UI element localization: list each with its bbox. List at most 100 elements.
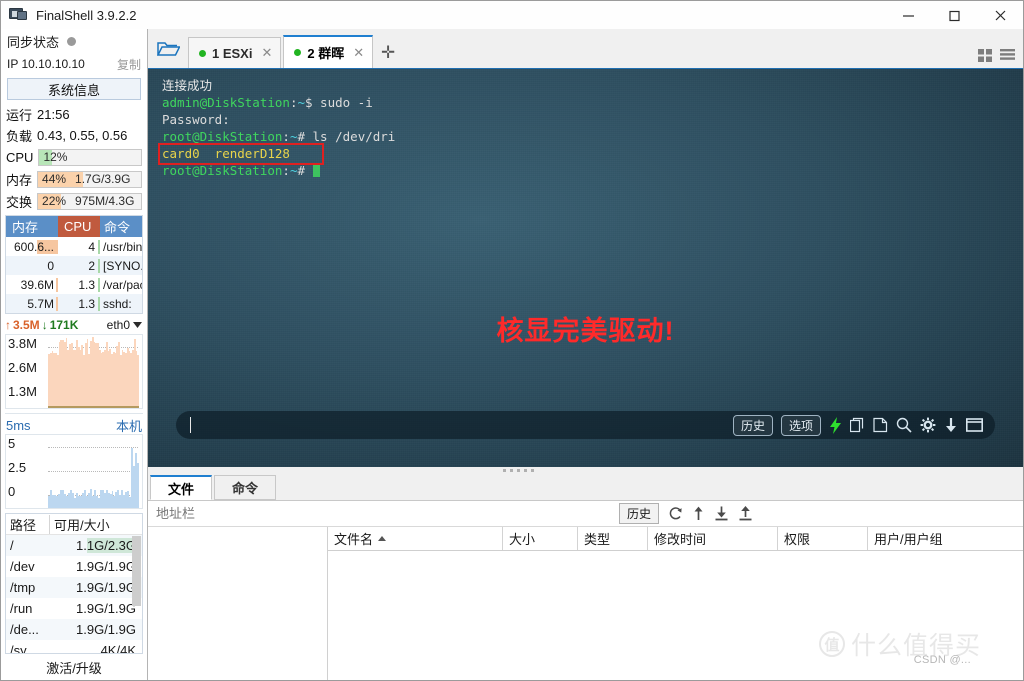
process-command: /var/pac (103, 277, 142, 292)
maximize-button[interactable] (931, 1, 977, 29)
file-list[interactable]: 文件名 大小 类型 修改时间 权限 用户/用户组 (328, 527, 1023, 680)
memory-label: 内存 (6, 172, 33, 188)
refresh-icon[interactable] (668, 506, 683, 521)
window-icon[interactable] (966, 418, 983, 432)
finalshell-window: FinalShell 3.9.2.2 同步状态 IP 10.10.10.10 复… (0, 0, 1024, 681)
file-tab-文件[interactable]: 文件 (150, 475, 213, 500)
search-icon[interactable] (896, 417, 912, 433)
window-title: FinalShell 3.9.2.2 (36, 7, 137, 23)
disk-usage-table[interactable]: 路径 可用/大小 / 1.1G/2.3G/dev 1.9G/1.9G/tmp 1.9G… (5, 513, 143, 654)
terminal-options-button[interactable]: 选项 (780, 414, 821, 436)
process-col-memory[interactable]: 内存 (6, 216, 58, 237)
session-tab-群晖[interactable]: 2 群晖 ✕ (283, 35, 374, 68)
tabbar-view-controls (978, 49, 1023, 68)
panel-splitter[interactable] (148, 467, 1023, 474)
file-tab-命令[interactable]: 命令 (214, 475, 277, 500)
sync-status-row: 同步状态 (1, 29, 147, 53)
up-level-icon[interactable] (692, 506, 705, 521)
disk-col-path[interactable]: 路径 (6, 514, 50, 534)
session-tabbar: 1 ESXi ✕ 2 群晖 ✕ ✛ (148, 29, 1023, 69)
close-tab-icon[interactable]: ✕ (353, 45, 364, 61)
bolt-icon[interactable] (829, 416, 842, 434)
loadavg-row: 负载 0.43, 0.55, 0.56 (1, 125, 147, 146)
upload-icon[interactable] (738, 506, 753, 521)
process-row[interactable]: 39.6M 1.3/var/pac (6, 275, 142, 294)
memory-detail: 1.7G/3.9G (75, 172, 131, 186)
disk-row[interactable]: /dev 1.9G/1.9G (6, 556, 142, 577)
session-tab-ESXi[interactable]: 1 ESXi ✕ (188, 37, 282, 68)
paste-icon[interactable] (873, 417, 888, 433)
file-column-文件名[interactable]: 文件名 (328, 527, 503, 550)
disk-table-header: 路径 可用/大小 (6, 514, 142, 535)
process-row[interactable]: 600.6... 4/usr/bin/ (6, 237, 142, 256)
terminal-history-button[interactable]: 历史 (732, 414, 773, 436)
disk-row[interactable]: /sy... 4K/4K (6, 640, 142, 653)
process-row[interactable]: 5.7M 1.3 sshd: (6, 294, 142, 313)
app-monitor-icon (9, 7, 29, 23)
copy-ip-link[interactable]: 复制 (117, 56, 141, 73)
swap-meter-row: 交换 22% 975M/4.3G (1, 190, 147, 212)
file-column-类型[interactable]: 类型 (578, 527, 648, 550)
disk-row[interactable]: /run 1.9G/1.9G (6, 598, 142, 619)
file-list-header: 文件名 大小 类型 修改时间 权限 用户/用户组 (328, 527, 1023, 551)
disk-row[interactable]: /de... 1.9G/1.9G (6, 619, 142, 640)
file-column-大小[interactable]: 大小 (503, 527, 578, 550)
file-column-权限[interactable]: 权限 (778, 527, 868, 550)
main-area: 同步状态 IP 10.10.10.10 复制 系统信息 运行 21:56 负载 … (1, 29, 1023, 680)
disk-scrollbar[interactable] (132, 536, 141, 606)
process-col-cpu[interactable]: CPU (58, 216, 100, 237)
disk-usage: 1.9G/1.9G (76, 580, 136, 595)
open-folder-icon[interactable] (148, 30, 188, 68)
download-icon[interactable] (944, 417, 958, 433)
process-table[interactable]: 内存 CPU 命令 600.6...4/usr/bin/02[SYNO.C39.… (5, 215, 143, 314)
new-tab-button[interactable]: ✛ (375, 37, 401, 68)
terminal-view[interactable]: 连接成功 admin@DiskStation:~$ sudo -i Password… (148, 69, 1023, 467)
process-memory: 5.7M (6, 296, 58, 311)
memory-meter-row: 内存 44% 1.7G/3.9G (1, 168, 147, 190)
directory-tree[interactable] (148, 527, 328, 680)
grid-view-icon[interactable] (978, 49, 993, 62)
network-y-label-mid: 2.6M (8, 360, 37, 375)
address-input[interactable] (154, 505, 354, 522)
process-cpu: 1.3 (58, 277, 100, 292)
disk-usage: 1.1G/2.3G (76, 538, 136, 553)
disk-col-usage[interactable]: 可用/大小 (50, 515, 142, 534)
sysinfo-button[interactable]: 系统信息 (7, 78, 141, 100)
file-list-body[interactable] (328, 551, 1023, 680)
network-download-value: 171K (49, 318, 79, 332)
disk-path: /sy... (10, 643, 37, 653)
latency-y-label-top: 5 (8, 436, 16, 451)
minimize-button[interactable] (885, 1, 931, 29)
disk-path: /run (10, 601, 33, 616)
uptime-row: 运行 21:56 (1, 104, 147, 125)
swap-detail: 975M/4.3G (75, 194, 135, 208)
network-interface-select[interactable]: eth0 (107, 318, 142, 332)
list-view-icon[interactable] (1000, 49, 1015, 62)
disk-row[interactable]: /tmp 1.9G/1.9G (6, 577, 142, 598)
column-label: 文件名 (334, 532, 374, 547)
network-interface-label: eth0 (106, 318, 130, 332)
file-toolbar-actions: 历史 (618, 503, 1023, 524)
file-column-用户/用户组[interactable]: 用户/用户组 (868, 527, 1024, 550)
process-command: sshd: (103, 296, 132, 311)
column-label: 修改时间 (654, 532, 707, 547)
latency-target-label[interactable]: 本机 (116, 416, 142, 435)
disk-usage: 4K/4K (100, 643, 136, 653)
process-row[interactable]: 02[SYNO.C (6, 256, 142, 275)
file-column-修改时间[interactable]: 修改时间 (648, 527, 778, 550)
disk-row[interactable]: / 1.1G/2.3G (6, 535, 142, 556)
copy-icon[interactable] (850, 417, 865, 433)
process-col-command[interactable]: 命令 (100, 216, 142, 237)
cpu-usage-meter: 12% (38, 148, 142, 166)
gear-icon[interactable] (920, 417, 936, 433)
close-tab-icon[interactable]: ✕ (261, 45, 272, 61)
ip-row: IP 10.10.10.10 复制 (1, 53, 147, 75)
download-icon[interactable] (714, 506, 729, 521)
sync-status-label: 同步状态 (7, 34, 60, 50)
workspace: 1 ESXi ✕ 2 群晖 ✕ ✛ 连接成功 admin@DiskStation:~$ … (148, 29, 1023, 680)
close-button[interactable] (977, 1, 1023, 29)
file-history-button[interactable]: 历史 (618, 503, 659, 524)
chevron-down-icon (133, 322, 142, 328)
activate-upgrade-link[interactable]: 激活/升级 (1, 654, 147, 680)
latency-y-label-mid: 2.5 (8, 460, 27, 475)
